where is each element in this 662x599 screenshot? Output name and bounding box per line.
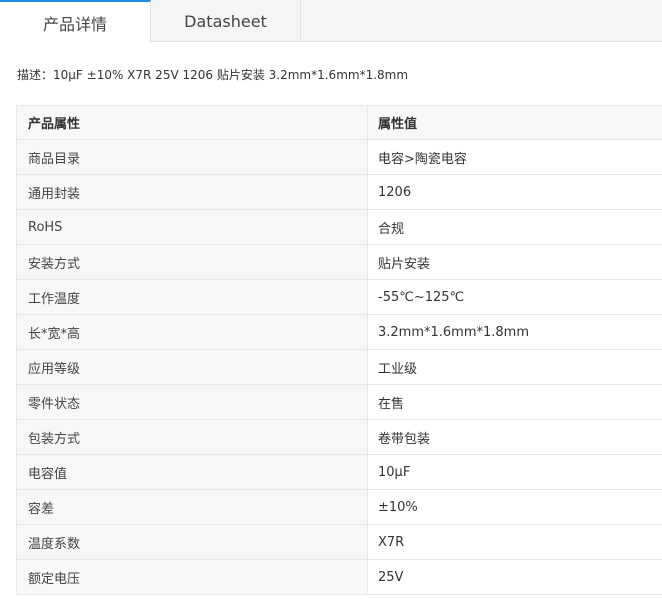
attribute-name: 长*宽*高 xyxy=(17,315,368,349)
header-attribute: 产品属性 xyxy=(17,106,368,139)
attribute-value: 卷带包装 xyxy=(378,431,431,447)
attribute-name: 温度系数 xyxy=(17,525,368,559)
attribute-name: 零件状态 xyxy=(17,385,368,419)
attribute-value: -55℃~125℃ xyxy=(378,289,465,305)
attribute-name: 容差 xyxy=(17,490,368,524)
attribute-value: 25V xyxy=(378,569,404,585)
attribute-value: 1206 xyxy=(378,184,412,200)
attribute-value: 10μF xyxy=(378,464,411,480)
table-row: 工作温度 -55℃~125℃ xyxy=(17,280,662,315)
table-row: 应用等级 工业级 xyxy=(17,350,662,385)
attribute-name: 商品目录 xyxy=(17,140,368,174)
attribute-name: 安装方式 xyxy=(17,245,368,279)
attribute-value: ±10% xyxy=(378,499,418,515)
table-row: 容差 ±10% xyxy=(17,490,662,525)
table-row: 通用封装 1206 xyxy=(17,175,662,210)
attribute-name: 额定电压 xyxy=(17,560,368,594)
attribute-value: 合规 xyxy=(378,221,405,237)
attribute-value: 电容>陶瓷电容 xyxy=(378,151,467,167)
table-row: 包装方式 卷带包装 xyxy=(17,420,662,455)
description-text: 10μF ±10% X7R 25V 1206 贴片安装 3.2mm*1.6mm*… xyxy=(53,68,409,82)
table-row: 零件状态 在售 xyxy=(17,385,662,420)
table-row: 电容值 10μF xyxy=(17,455,662,490)
product-description: 描述：10μF ±10% X7R 25V 1206 贴片安装 3.2mm*1.6… xyxy=(17,66,408,83)
table-row: 安装方式 贴片安装 xyxy=(17,245,662,280)
table-row: 温度系数 X7R xyxy=(17,525,662,560)
table-header-row: 产品属性 属性值 xyxy=(17,106,662,140)
attribute-name: 应用等级 xyxy=(17,350,368,384)
attribute-name: 电容值 xyxy=(17,455,368,489)
attribute-name: 工作温度 xyxy=(17,280,368,314)
table-row: 额定电压 25V xyxy=(17,560,662,595)
attribute-value: 3.2mm*1.6mm*1.8mm xyxy=(378,324,530,340)
tab-datasheet[interactable]: Datasheet xyxy=(151,0,301,42)
attribute-name: 包装方式 xyxy=(17,420,368,454)
attribute-value: X7R xyxy=(378,534,405,550)
description-label: 描述： xyxy=(17,68,54,82)
tab-bar: 产品详情 Datasheet xyxy=(0,0,662,43)
attribute-value: 在售 xyxy=(378,396,405,412)
attribute-name: RoHS xyxy=(17,210,368,244)
attribute-value: 贴片安装 xyxy=(378,256,431,272)
table-row: RoHS 合规 xyxy=(17,210,662,245)
attribute-table: 产品属性 属性值 商品目录 电容>陶瓷电容 通用封装 1206 RoHS 合规 … xyxy=(16,105,662,595)
tab-product-details[interactable]: 产品详情 xyxy=(0,0,151,43)
attribute-value: 工业级 xyxy=(378,361,418,377)
table-row: 长*宽*高 3.2mm*1.6mm*1.8mm xyxy=(17,315,662,350)
table-row: 商品目录 电容>陶瓷电容 xyxy=(17,140,662,175)
attribute-name: 通用封装 xyxy=(17,175,368,209)
header-value: 属性值 xyxy=(368,106,662,139)
